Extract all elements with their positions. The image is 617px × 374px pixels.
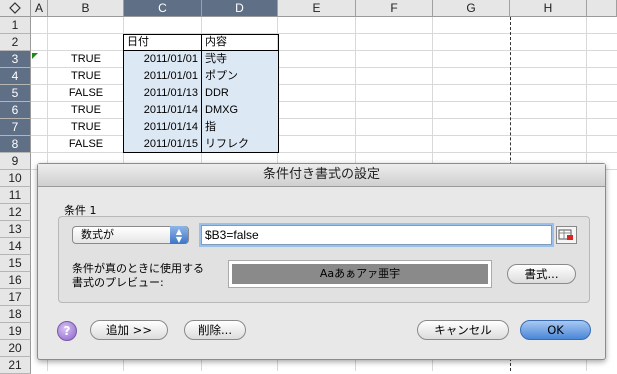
cell-b3[interactable]: TRUE <box>48 51 124 68</box>
column-header-b[interactable]: B <box>48 0 124 17</box>
cell-b6[interactable]: TRUE <box>48 102 124 119</box>
row-header-9[interactable]: 9 <box>0 153 31 170</box>
cell-b7[interactable]: TRUE <box>48 119 124 136</box>
help-icon[interactable]: ? <box>57 321 77 341</box>
add-button[interactable]: 追加 >> <box>90 320 168 340</box>
column-header-g[interactable]: G <box>433 0 510 17</box>
row-header-15[interactable]: 15 <box>0 255 31 272</box>
dialog-title[interactable]: 条件付き書式の設定 <box>38 164 605 187</box>
condition-type-value: 数式が <box>81 228 114 241</box>
error-indicator-icon <box>32 53 38 59</box>
condition-type-popup[interactable]: 数式が ▲ ▼ <box>72 226 189 244</box>
select-all-icon[interactable] <box>0 0 31 17</box>
cell-b5[interactable]: FALSE <box>48 85 124 102</box>
popup-arrows-icon: ▲ ▼ <box>170 226 188 244</box>
column-header-a[interactable]: A <box>31 0 48 17</box>
row-header-20[interactable]: 20 <box>0 340 31 357</box>
row-header-4[interactable]: 4 <box>0 68 31 85</box>
row-header-16[interactable]: 16 <box>0 272 31 289</box>
row-header-17[interactable]: 17 <box>0 289 31 306</box>
conditional-format-dialog: 条件付き書式の設定 条件 1 数式が ▲ ▼ $B3=false 条件が真のときに… <box>37 163 606 360</box>
cancel-button[interactable]: キャンセル <box>417 320 509 340</box>
row-header-10[interactable]: 10 <box>0 170 31 187</box>
row-header-21[interactable]: 21 <box>0 357 31 374</box>
column-header-h[interactable]: H <box>510 0 587 17</box>
format-preview: Aaあぁアァ亜宇 <box>228 260 492 288</box>
cell-b4[interactable]: TRUE <box>48 68 124 85</box>
preview-label: 条件が真のときに使用する 書式のプレビュー: <box>72 262 204 289</box>
column-header-i[interactable] <box>587 0 617 17</box>
condition-group: 数式が ▲ ▼ $B3=false 条件が真のときに使用する 書式のプレビュー: … <box>58 216 590 303</box>
row-header-5[interactable]: 5 <box>0 85 31 102</box>
row-header-7[interactable]: 7 <box>0 119 31 136</box>
row-header-12[interactable]: 12 <box>0 204 31 221</box>
row-header-1[interactable]: 1 <box>0 17 31 34</box>
row-header-19[interactable]: 19 <box>0 323 31 340</box>
formula-input[interactable]: $B3=false <box>201 225 552 245</box>
row-header-2[interactable]: 2 <box>0 34 31 51</box>
row-header-14[interactable]: 14 <box>0 238 31 255</box>
row-header-6[interactable]: 6 <box>0 102 31 119</box>
range-select-icon[interactable] <box>556 226 577 244</box>
row-header-11[interactable]: 11 <box>0 187 31 204</box>
row-header-8[interactable]: 8 <box>0 136 31 153</box>
row-header-13[interactable]: 13 <box>0 221 31 238</box>
column-header-c[interactable]: C <box>124 0 202 17</box>
cell-b8[interactable]: FALSE <box>48 136 124 153</box>
table-divider <box>123 50 279 51</box>
column-header-d[interactable]: D <box>202 0 278 17</box>
preview-text: Aaあぁアァ亜宇 <box>232 264 488 284</box>
column-header-f[interactable]: F <box>356 0 433 17</box>
ok-button[interactable]: OK <box>520 320 591 340</box>
row-header-18[interactable]: 18 <box>0 306 31 323</box>
table-divider <box>201 34 202 153</box>
row-header-3[interactable]: 3 <box>0 51 31 68</box>
format-button[interactable]: 書式... <box>507 264 576 284</box>
delete-button[interactable]: 削除... <box>184 320 246 340</box>
grid-line <box>31 33 617 34</box>
column-header-e[interactable]: E <box>278 0 356 17</box>
